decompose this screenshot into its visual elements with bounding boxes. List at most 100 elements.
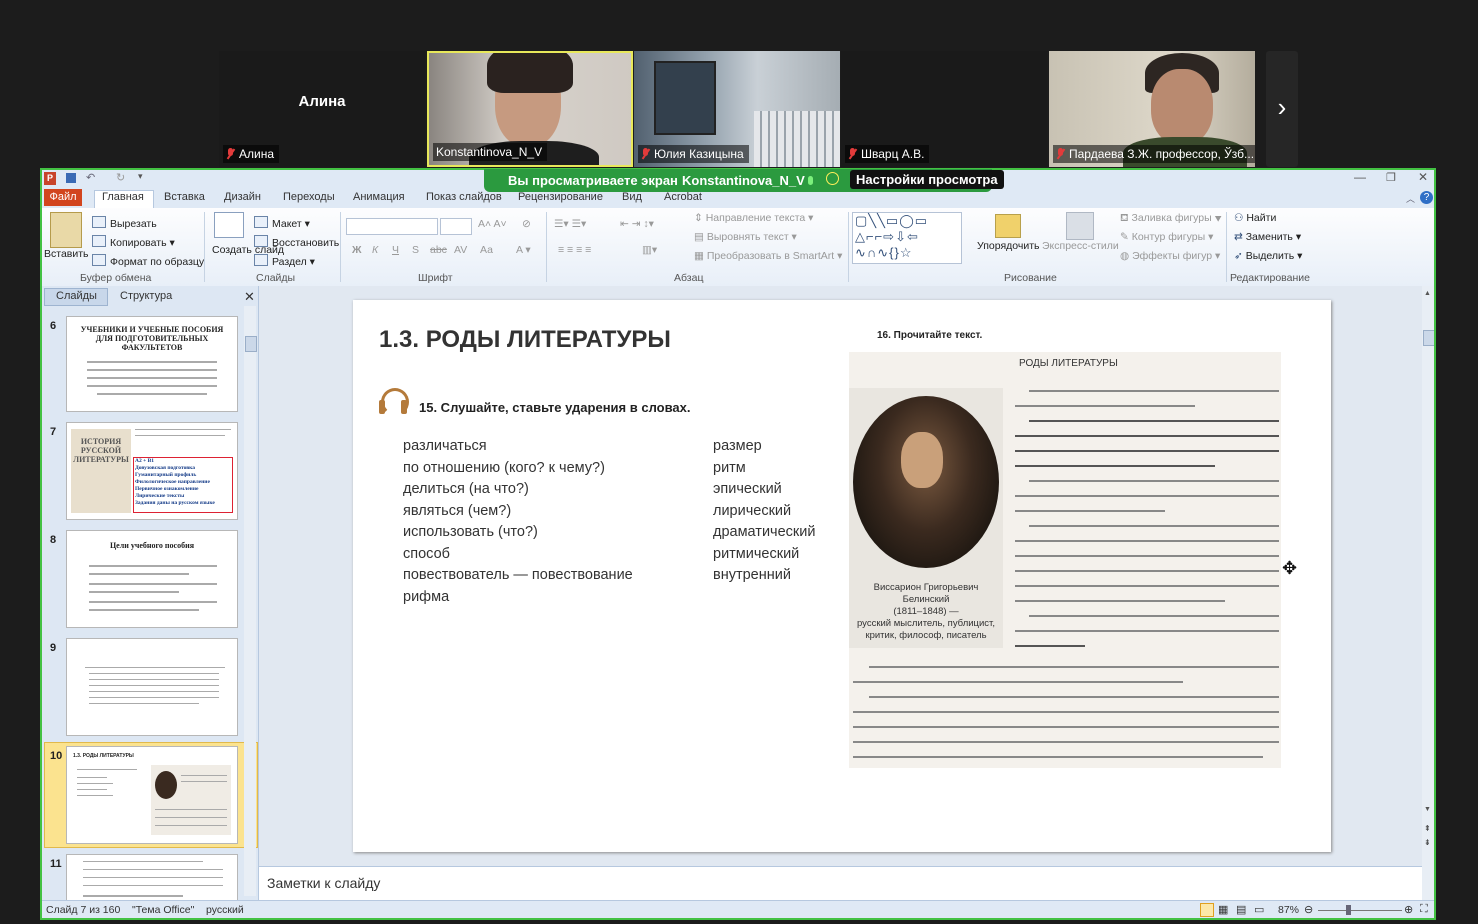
scroll-thumb[interactable]	[245, 336, 257, 352]
font-size-select[interactable]	[440, 218, 472, 235]
participant-tile-kazitsyna[interactable]: Юлия Казицына	[634, 51, 840, 167]
copy-button[interactable]: Копировать ▾	[92, 235, 175, 249]
cut-button[interactable]: Вырезать	[92, 216, 157, 230]
layout-button[interactable]: Макет ▾	[254, 216, 310, 230]
shape-effects-button[interactable]: ◍ Эффекты фигур ▾	[1120, 250, 1220, 262]
tab-view[interactable]: Вид	[622, 191, 642, 203]
slide-canvas[interactable]: 1.3. РОДЫ ЛИТЕРАТУРЫ 15. Слушайте, ставь…	[353, 300, 1331, 852]
scroll-down-icon[interactable]: ▼	[1424, 806, 1431, 813]
new-slide-icon[interactable]	[214, 212, 244, 238]
tab-slideshow[interactable]: Показ слайдов	[426, 191, 502, 203]
restore-icon[interactable]: ❐	[1386, 171, 1396, 184]
shadow-button[interactable]: S	[412, 244, 419, 256]
slide-thumbnail-7[interactable]: ИСТОРИЯ РУССКОЙ ЛИТЕРАТУРЫ А2 + В1 Довуз…	[66, 422, 238, 520]
participant-tile-pardaeva[interactable]: Пардаева З.Ж. профессор, Ўзб...	[1049, 51, 1255, 167]
zoom-in-icon[interactable]: ⊕	[1404, 903, 1413, 916]
sorter-view-icon[interactable]: ▦	[1218, 903, 1228, 916]
slideshow-view-icon[interactable]: ▭	[1254, 903, 1264, 916]
scroll-up-icon[interactable]: ▲	[1424, 290, 1431, 297]
bullets-icon[interactable]: ☰▾ ☰▾	[554, 218, 586, 230]
thumb-text-line	[89, 697, 219, 698]
underline-button[interactable]: Ч	[392, 244, 399, 256]
scroll-thumb[interactable]	[1423, 330, 1434, 346]
columns-icon[interactable]: ▥▾	[642, 244, 657, 256]
change-case-button[interactable]: Аа	[480, 244, 493, 256]
quick-styles-button[interactable]: Экспресс-стили	[1042, 240, 1119, 252]
thumb-text-line	[87, 369, 217, 371]
reading-view-icon[interactable]: ▤	[1236, 903, 1246, 916]
strikethrough-button[interactable]: abc	[430, 244, 447, 256]
reset-button[interactable]: Восстановить	[254, 235, 339, 249]
next-page-button[interactable]: ›	[1266, 51, 1298, 167]
minimize-ribbon-icon[interactable]: ︿	[1406, 192, 1415, 205]
slide-thumbnail-9[interactable]	[66, 638, 238, 736]
slide-thumbnail-11[interactable]	[66, 854, 238, 901]
minimize-icon[interactable]: —	[1354, 170, 1366, 184]
redo-icon[interactable]: ↻	[116, 171, 125, 184]
shape-outline-button[interactable]: ✎ Контур фигуры ▾	[1120, 231, 1213, 243]
align-text-button[interactable]: ▤ Выровнять текст ▾	[694, 231, 797, 243]
font-color-button[interactable]: A ▾	[516, 244, 531, 256]
paste-button[interactable]: Вставить	[44, 248, 89, 260]
normal-view-icon[interactable]	[1200, 903, 1214, 917]
theme-name[interactable]: "Тема Office"	[132, 904, 194, 916]
quick-styles-icon[interactable]	[1066, 212, 1094, 240]
participant-tile-alina[interactable]: Алина Алина	[219, 51, 425, 167]
tab-acrobat[interactable]: Acrobat	[664, 191, 702, 203]
slide-thumbnail-10[interactable]: 1.3. РОДЫ ЛИТЕРАТУРЫ	[66, 746, 238, 844]
shapes-gallery[interactable]: ▢╲╲▭◯▭ △⌐⌐⇨⇩⇦ ∿∩∿{}☆	[852, 212, 962, 264]
zoom-level[interactable]: 87%	[1278, 904, 1299, 916]
tab-insert[interactable]: Вставка	[164, 191, 205, 203]
close-pane-icon[interactable]: ✕	[244, 289, 255, 305]
select-button[interactable]: ➶ Выделить ▾	[1234, 250, 1302, 262]
tab-file[interactable]: Файл	[44, 189, 82, 206]
paste-icon[interactable]	[50, 212, 82, 248]
undo-icon[interactable]: ↶	[86, 171, 95, 184]
grow-font-button[interactable]: A˄ A˅	[478, 218, 507, 230]
fit-slide-icon[interactable]: ⛶	[1420, 903, 1428, 916]
smartart-button[interactable]: ▦ Преобразовать в SmartArt ▾	[694, 250, 842, 262]
slide-thumbnail-6[interactable]: УЧЕБНИКИ И УЧЕБНЫЕ ПОСОБИЯ ДЛЯ ПОДГОТОВИ…	[66, 316, 238, 412]
next-slide-icon[interactable]: ⇟	[1424, 838, 1431, 847]
format-painter-button[interactable]: Формат по образцу	[92, 254, 204, 268]
room-chairs	[754, 111, 840, 167]
tab-design[interactable]: Дизайн	[224, 191, 261, 203]
bold-button[interactable]: Ж	[352, 244, 362, 256]
italic-button[interactable]: К	[372, 244, 378, 256]
align-icons[interactable]: ≡ ≡ ≡ ≡	[558, 244, 591, 256]
find-button[interactable]: ⚇ Найти	[1234, 212, 1276, 224]
pane-tab-outline[interactable]: Структура	[120, 290, 172, 302]
spacing-button[interactable]: AV	[454, 244, 467, 256]
tab-transitions[interactable]: Переходы	[283, 191, 335, 203]
customize-toolbar-icon[interactable]: ▾	[138, 171, 143, 182]
replace-button[interactable]: ⇄ Заменить ▾	[1234, 231, 1301, 243]
close-icon[interactable]: ✕	[1418, 170, 1428, 184]
notes-pane[interactable]: Заметки к слайду	[259, 866, 1422, 901]
font-family-select[interactable]	[346, 218, 438, 235]
tab-review[interactable]: Рецензирование	[518, 191, 603, 203]
tab-home[interactable]: Главная	[102, 191, 144, 203]
text-direction-button[interactable]: ⇕ Направление текста ▾	[694, 212, 813, 224]
save-icon[interactable]	[66, 173, 76, 183]
section-button[interactable]: Раздел ▾	[254, 254, 315, 268]
shape-fill-button[interactable]: ⛾ Заливка фигуры ▾	[1120, 212, 1222, 226]
zoom-out-icon[interactable]: ⊖	[1304, 903, 1313, 916]
participant-tile-konstantinova[interactable]: Konstantinova_N_V	[427, 51, 633, 167]
tab-animation[interactable]: Анимация	[353, 191, 405, 203]
thumbnails-scrollbar[interactable]	[244, 306, 257, 896]
zoom-slider-thumb[interactable]	[1346, 905, 1351, 915]
arrange-button[interactable]: Упорядочить	[977, 240, 1039, 252]
arrange-icon[interactable]	[995, 214, 1021, 238]
indent-icon[interactable]: ⇤ ⇥ ↕▾	[620, 218, 654, 230]
zoom-slider[interactable]	[1318, 910, 1402, 911]
language-indicator[interactable]: русский	[206, 904, 244, 916]
view-options-button[interactable]: Настройки просмотра	[850, 170, 1004, 189]
slide-thumbnail-8[interactable]: Цели учебного пособия	[66, 530, 238, 628]
thumb-text-line	[155, 809, 227, 810]
participant-tile-shvarts[interactable]: Шварц А.В.	[841, 51, 1047, 167]
help-icon[interactable]: ?	[1420, 191, 1433, 204]
prev-slide-icon[interactable]: ⇞	[1424, 824, 1431, 833]
clear-format-icon[interactable]: ⊘	[522, 218, 531, 230]
pane-tab-slides[interactable]: Слайды	[56, 290, 97, 302]
editor-scrollbar[interactable]: ▲ ▼ ⇞ ⇟	[1422, 286, 1434, 900]
